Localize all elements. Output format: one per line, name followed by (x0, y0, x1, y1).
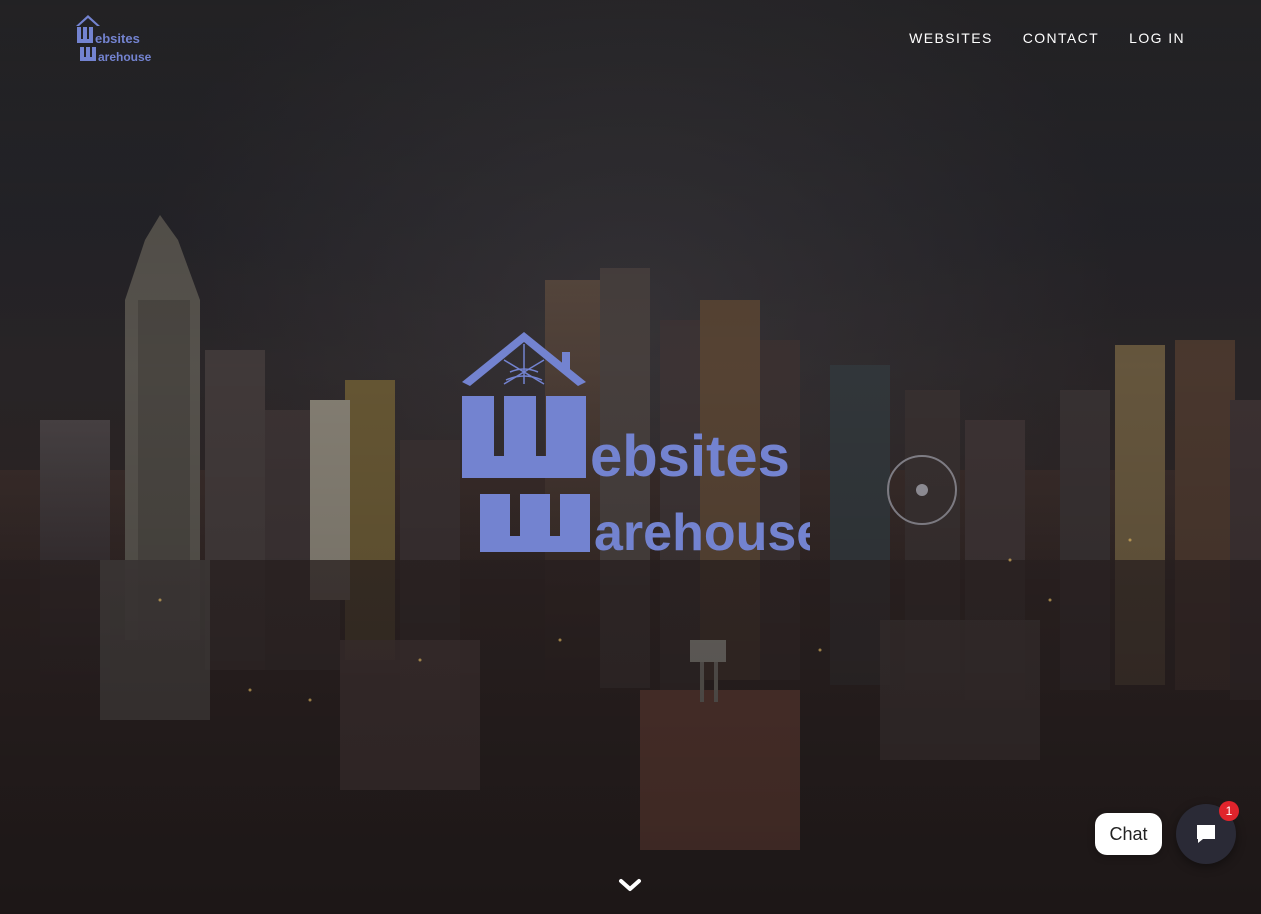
svg-text:ebsites: ebsites (95, 31, 140, 46)
nav-menu: WEBSITES CONTACT LOG IN (909, 30, 1185, 46)
chat-label-button[interactable]: Chat (1095, 813, 1162, 855)
chat-badge-count: 1 (1225, 804, 1233, 818)
site-logo[interactable]: ebsites arehouse (74, 12, 152, 64)
top-navbar: ebsites arehouse WEBSITES CONTACT LOG IN (0, 0, 1261, 78)
hero-logo: ebsites arehouse (458, 330, 825, 562)
chat-icon (1197, 825, 1215, 843)
nav-link-websites[interactable]: WEBSITES (909, 30, 993, 46)
svg-text:arehouse: arehouse (98, 50, 152, 64)
nav-link-login[interactable]: LOG IN (1129, 30, 1185, 46)
chevron-down-icon[interactable] (618, 876, 642, 894)
chat-notification-badge: 1 (1219, 801, 1239, 821)
hero-logo-line1: ebsites (590, 424, 790, 489)
chat-label: Chat (1109, 823, 1148, 844)
nav-link-contact[interactable]: CONTACT (1023, 30, 1099, 46)
hero-logo-line2: arehouse (594, 504, 810, 556)
